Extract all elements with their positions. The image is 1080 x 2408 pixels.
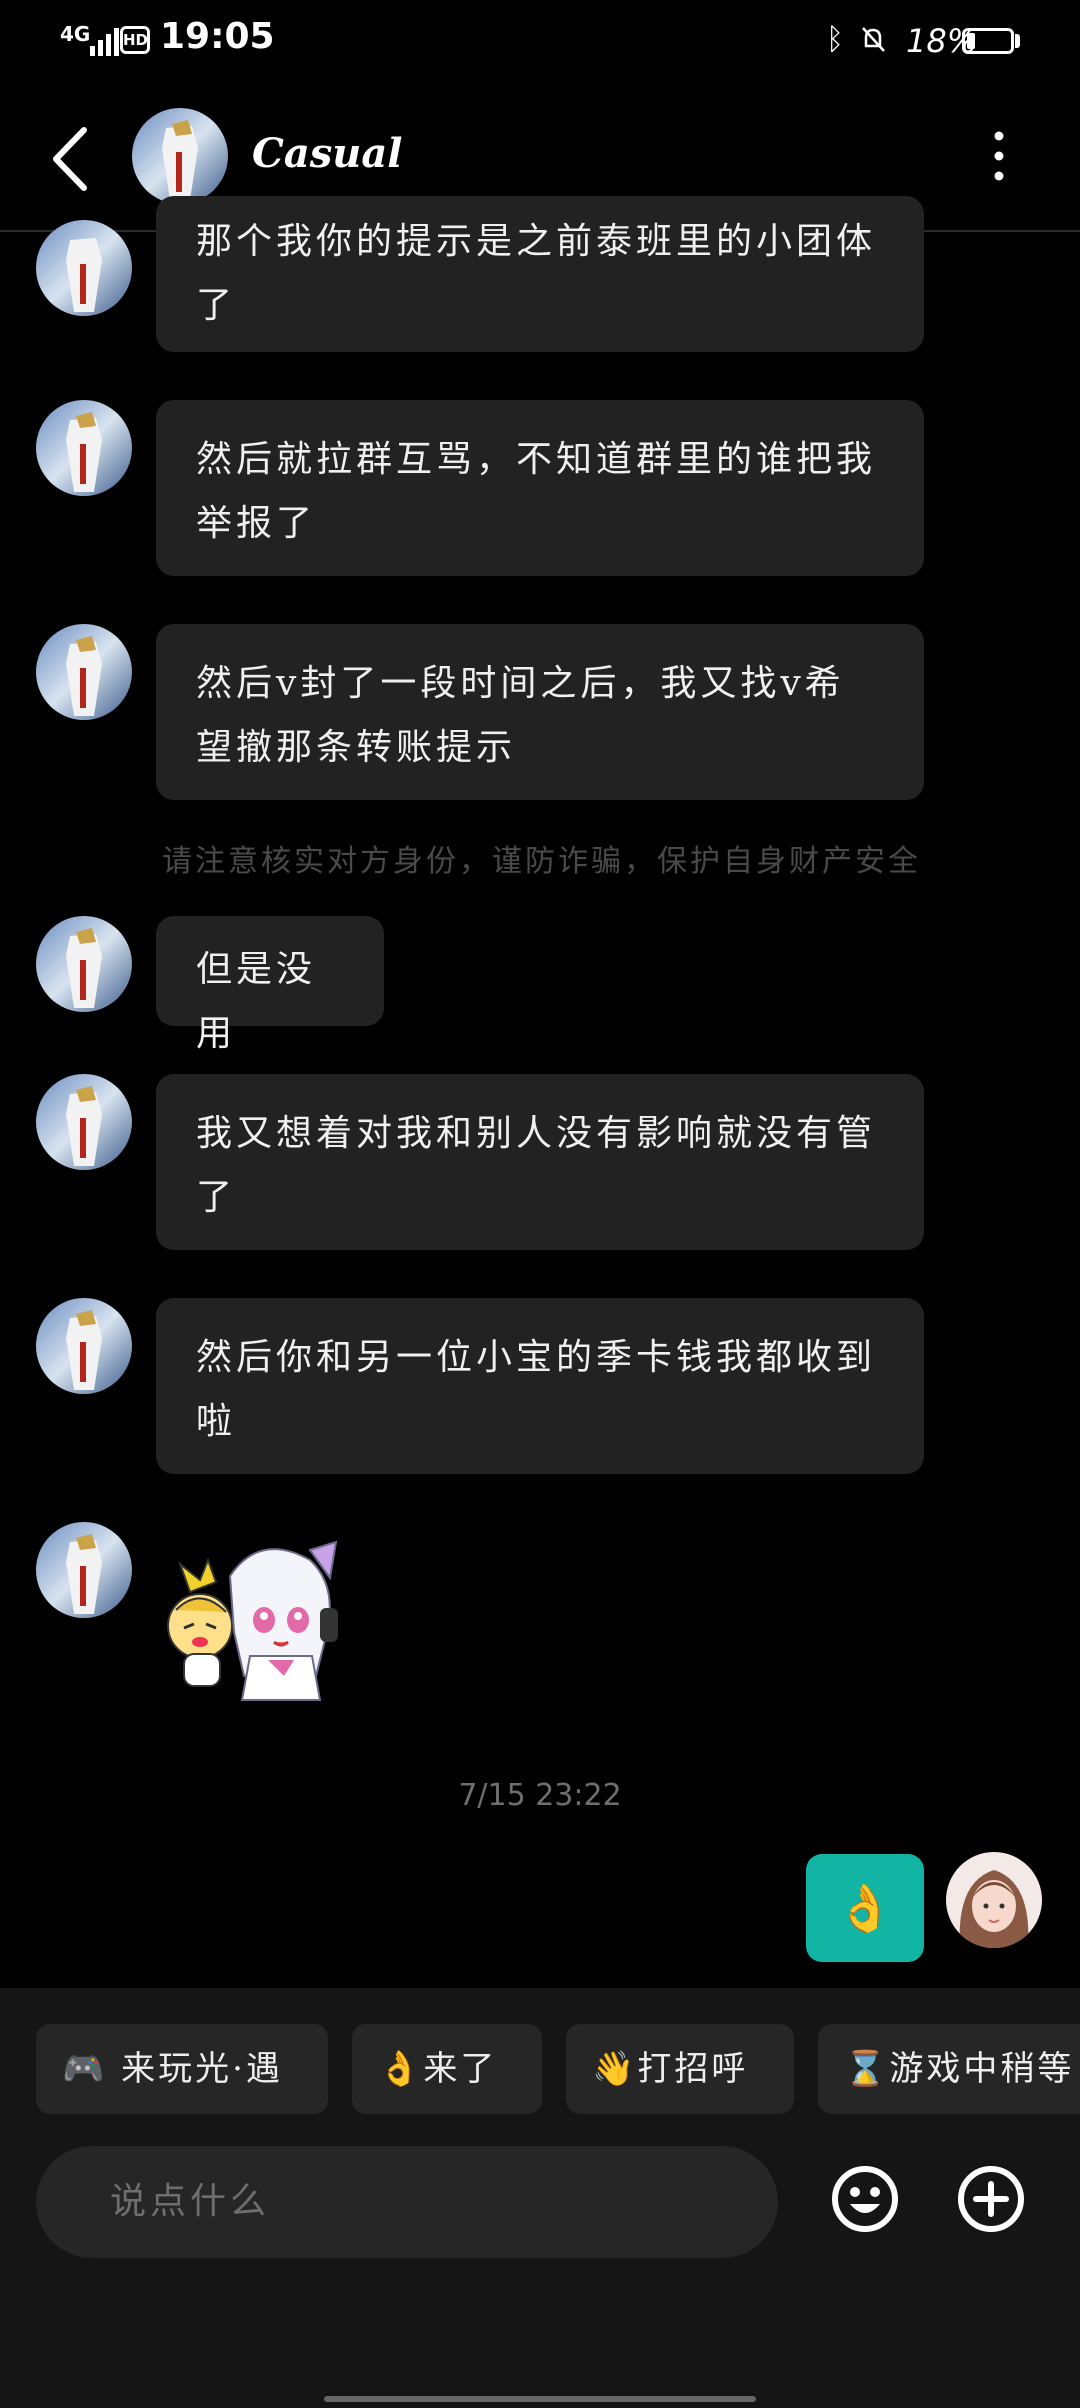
sender-avatar[interactable] bbox=[36, 1074, 132, 1170]
quick-reply-chip[interactable]: 👌来了 bbox=[352, 2024, 542, 2114]
clock: 19:05 bbox=[160, 16, 275, 57]
quick-reply-chip[interactable]: 🎮 来玩光·遇 bbox=[36, 2024, 328, 2114]
sender-avatar[interactable] bbox=[36, 400, 132, 496]
message-bubble[interactable]: 但是没用 bbox=[156, 916, 384, 1054]
signal-icon bbox=[90, 28, 119, 56]
plus-circle-icon[interactable] bbox=[956, 2164, 1026, 2234]
message-bubble[interactable]: 然后就拉群互骂，不知道群里的谁把我举报了 bbox=[156, 400, 924, 576]
sender-avatar[interactable] bbox=[36, 220, 132, 316]
mute-bell-icon bbox=[862, 27, 885, 52]
network-type: 4G bbox=[60, 22, 91, 46]
message-bubble[interactable]: 然后v封了一段时间之后，我又找v希望撤那条转账提示 bbox=[156, 624, 924, 800]
sender-avatar[interactable] bbox=[36, 1298, 132, 1394]
my-avatar[interactable] bbox=[946, 1852, 1042, 1948]
message-bubble[interactable]: 我又想着对我和别人没有影响就没有管了 bbox=[156, 1074, 924, 1250]
sender-avatar[interactable] bbox=[36, 624, 132, 720]
status-bar: 4G HD 19:05 ᛒ 18% bbox=[0, 0, 1080, 80]
message-bubble[interactable]: 然后你和另一位小宝的季卡钱我都收到啦 bbox=[156, 1298, 924, 1474]
timestamp: 7/15 23:22 bbox=[458, 1778, 622, 1813]
sent-message-bubble[interactable]: 👌 bbox=[806, 1854, 924, 1962]
battery-tip bbox=[1015, 34, 1020, 48]
message-input[interactable]: 说点什么 bbox=[36, 2146, 778, 2258]
sender-avatar[interactable] bbox=[36, 916, 132, 1012]
bluetooth-icon: ᛒ bbox=[826, 22, 844, 57]
home-indicator[interactable] bbox=[324, 2396, 756, 2402]
smiley-icon[interactable] bbox=[830, 2164, 900, 2234]
quick-reply-chip[interactable]: 👋打招呼 bbox=[566, 2024, 794, 2114]
battery-icon bbox=[962, 28, 1014, 54]
input-panel: 🎮 来玩光·遇 👌来了 👋打招呼 ⌛游戏中稍等 说点什么 bbox=[0, 1988, 1080, 2408]
hd-badge: HD bbox=[120, 26, 150, 54]
sticker-image[interactable] bbox=[160, 1536, 352, 1706]
sender-avatar[interactable] bbox=[36, 1522, 132, 1618]
fraud-warning: 请注意核实对方身份，谨防诈骗，保护自身财产安全 bbox=[162, 844, 921, 879]
quick-reply-chip[interactable]: ⌛游戏中稍等 bbox=[818, 2024, 1080, 2114]
